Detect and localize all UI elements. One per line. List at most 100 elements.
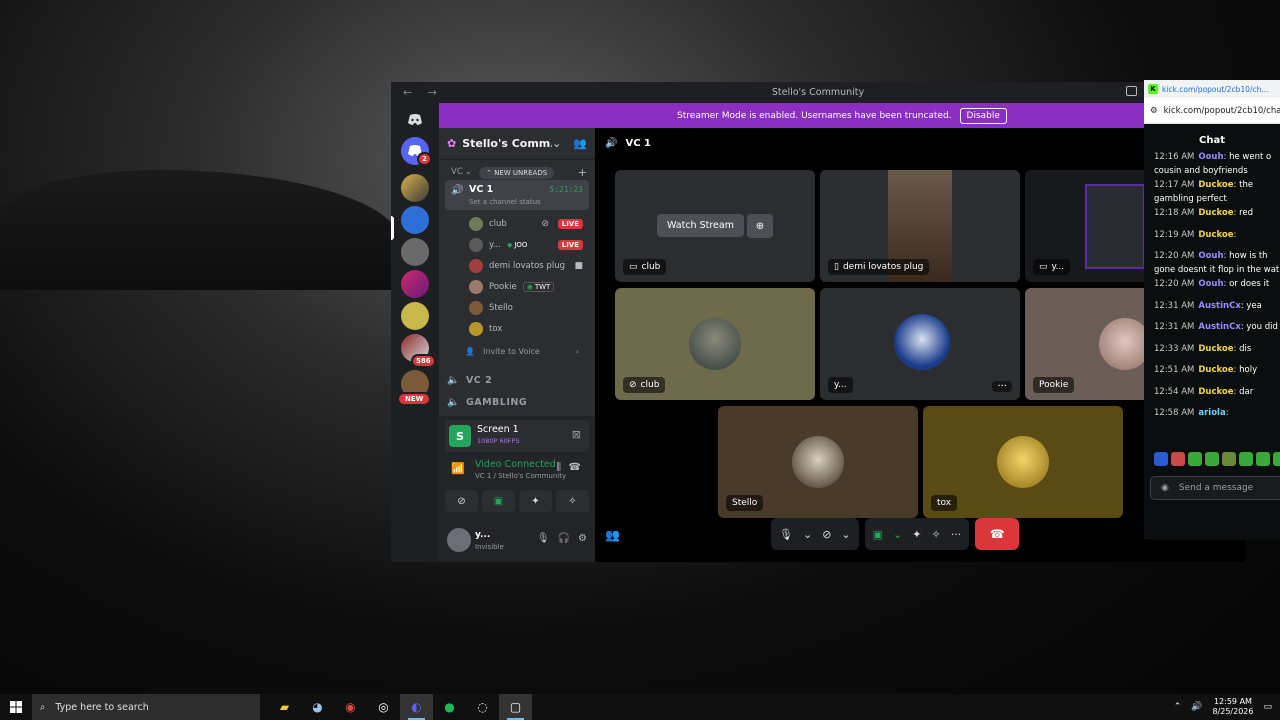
voice-member[interactable]: Stello bbox=[469, 299, 587, 317]
emote-icon[interactable] bbox=[1239, 452, 1253, 466]
user-avatar[interactable] bbox=[447, 528, 471, 552]
stop-share-icon[interactable]: ⊠ bbox=[572, 428, 581, 441]
emote-icon[interactable] bbox=[1154, 452, 1168, 466]
tab-url: kick.com/popout/2cb10/ch... bbox=[1162, 84, 1269, 94]
voice-member[interactable]: tox bbox=[469, 320, 587, 338]
video-tile-y[interactable]: y... ··· bbox=[820, 288, 1020, 400]
chevron-down-icon[interactable]: ⌄ bbox=[841, 528, 850, 541]
video-tile-tox[interactable]: tox bbox=[923, 406, 1123, 518]
server-icon-1[interactable] bbox=[401, 174, 429, 202]
activities-icon[interactable]: ✦ bbox=[912, 528, 921, 541]
activities-button[interactable]: ✦ bbox=[519, 490, 552, 512]
microphone-icon[interactable]: 🎙 bbox=[537, 533, 550, 544]
emoji-icon[interactable]: ◉ bbox=[1161, 483, 1169, 493]
add-channel-icon[interactable]: + bbox=[578, 166, 587, 179]
panel-buttons: ⊘ ▣ ✦ ✧ bbox=[445, 490, 589, 512]
message-username[interactable]: Oouh bbox=[1198, 152, 1223, 162]
emote-icon[interactable] bbox=[1256, 452, 1270, 466]
emote-icon[interactable] bbox=[1205, 452, 1219, 466]
emote-icon[interactable] bbox=[1273, 452, 1280, 466]
channel-gambling[interactable]: 🔈 GAMBLING bbox=[447, 392, 587, 412]
video-tile-club[interactable]: ⊘ club bbox=[615, 288, 815, 400]
video-tile-stello[interactable]: Stello bbox=[718, 406, 918, 518]
site-info-icon[interactable]: ⚙ bbox=[1150, 106, 1158, 116]
popout-icon[interactable]: ⊕ bbox=[747, 214, 773, 238]
server-boost-icon: ✿ bbox=[447, 137, 457, 150]
message-username[interactable]: AustinCx bbox=[1198, 301, 1240, 311]
server-icon-2[interactable] bbox=[401, 206, 429, 234]
address-bar[interactable]: ⚙ kick.com/popout/2cb10/cha bbox=[1144, 98, 1280, 124]
inbox-icon[interactable] bbox=[1126, 86, 1137, 96]
clock[interactable]: 12:59 AM 8/25/2026 bbox=[1212, 697, 1253, 717]
discord-taskbar-icon[interactable]: ◐ bbox=[400, 694, 433, 720]
disable-button[interactable]: Disable bbox=[959, 107, 1007, 124]
camera-off-icon[interactable]: ⊘ bbox=[822, 528, 831, 541]
disconnect-button[interactable]: ☎ bbox=[975, 518, 1020, 550]
emote-icon[interactable] bbox=[1188, 452, 1202, 466]
more-options-icon[interactable]: ··· bbox=[951, 528, 962, 541]
voice-member[interactable]: demi lovatos plug ■ bbox=[469, 257, 587, 275]
message-username[interactable]: Oouh bbox=[1198, 251, 1223, 261]
add-member-icon[interactable]: 👥 bbox=[573, 137, 587, 150]
new-unreads-pill[interactable]: ⌃ NEW UNREADS bbox=[479, 167, 555, 179]
invite-user-icon[interactable]: 👥 bbox=[605, 528, 620, 542]
taskbar-search[interactable]: ⌕ Type here to search bbox=[32, 694, 260, 720]
connection-status[interactable]: Video Connected bbox=[475, 459, 556, 470]
server-icon-3[interactable] bbox=[401, 238, 429, 266]
chevron-up-icon[interactable]: ⌃ bbox=[1174, 702, 1182, 712]
message-username[interactable]: Duckoe bbox=[1198, 344, 1233, 354]
stream-tile-club[interactable]: Watch Stream ⊕ ▭ club bbox=[615, 170, 815, 282]
video-tile-demi[interactable]: ▯ demi lovatos plug bbox=[820, 170, 1020, 282]
voice-member[interactable]: club ⊘ LIVE bbox=[469, 215, 587, 233]
discord-home-icon[interactable] bbox=[401, 106, 429, 134]
screen-share-icon[interactable]: ▣ bbox=[873, 528, 883, 541]
server-icon-5[interactable] bbox=[401, 302, 429, 330]
invite-to-voice[interactable]: 👤 Invite to Voice › bbox=[465, 342, 583, 360]
chevron-down-icon[interactable]: ⌄ bbox=[803, 528, 812, 541]
send-message-input[interactable]: ◉ Send a message bbox=[1150, 476, 1280, 500]
spotify-icon[interactable]: ● bbox=[433, 694, 466, 720]
screen-share-button[interactable]: ▣ bbox=[482, 490, 515, 512]
server-rail: 2 586 NEW bbox=[391, 102, 439, 562]
emote-icon[interactable] bbox=[1222, 452, 1236, 466]
file-explorer-icon[interactable]: ▰ bbox=[268, 694, 301, 720]
chevron-down-icon[interactable]: ⌄ bbox=[893, 528, 902, 541]
more-options-icon[interactable]: ··· bbox=[992, 381, 1012, 392]
message-username[interactable]: Oouh bbox=[1198, 279, 1223, 289]
voice-member[interactable]: y... ◆ JOO LIVE bbox=[469, 236, 587, 254]
message-username[interactable]: Duckoe bbox=[1198, 387, 1233, 397]
microphone-icon[interactable]: 🎙 bbox=[779, 528, 793, 541]
message-username[interactable]: Duckoe bbox=[1198, 208, 1233, 218]
message-username[interactable]: Duckoe bbox=[1198, 180, 1233, 190]
headphones-icon[interactable]: 🎧 bbox=[558, 533, 570, 544]
soundboard-icon[interactable]: ✧ bbox=[931, 528, 940, 541]
chrome-icon[interactable]: ◉ bbox=[334, 694, 367, 720]
channel-vc1[interactable]: 🔊 VC 1 5:21:23 Set a channel status bbox=[445, 180, 589, 210]
message-username[interactable]: AustinCx bbox=[1198, 322, 1240, 332]
voice-member[interactable]: Pookie ◉ TWT bbox=[469, 278, 587, 296]
disconnect-icon[interactable]: ☎ bbox=[569, 462, 581, 473]
obs-icon[interactable]: ◎ bbox=[367, 694, 400, 720]
notifications-icon[interactable]: ▭ bbox=[1263, 702, 1272, 712]
noise-suppression-icon[interactable]: ⫼ bbox=[556, 462, 561, 473]
soundboard-button[interactable]: ✧ bbox=[556, 490, 589, 512]
message-username[interactable]: Duckoe bbox=[1198, 365, 1233, 375]
call-controls: 🎙 ⌄ ⊘ ⌄ ▣ ⌄ ✦ ✧ ··· ☎ bbox=[771, 518, 1020, 550]
screen-share-card[interactable]: S Screen 1 1080P 60FPS ⊠ bbox=[445, 420, 589, 452]
volume-icon[interactable]: 🔊 bbox=[1191, 702, 1202, 712]
settings-gear-icon[interactable]: ⚙ bbox=[578, 533, 587, 544]
emote-icon[interactable] bbox=[1171, 452, 1185, 466]
channel-vc2[interactable]: 🔈 VC 2 bbox=[447, 370, 587, 390]
camera-off-button[interactable]: ⊘ bbox=[445, 490, 478, 512]
watch-stream-button[interactable]: Watch Stream bbox=[657, 214, 744, 237]
server-header[interactable]: ✿ Stello's Comm... ⌄ 👥 bbox=[439, 128, 595, 160]
message-username[interactable]: Duckoe bbox=[1198, 230, 1233, 240]
app-icon[interactable]: ◌ bbox=[466, 694, 499, 720]
channel-status[interactable]: Set a channel status bbox=[469, 198, 541, 206]
steam-icon[interactable]: ◕ bbox=[301, 694, 334, 720]
windows-start-icon[interactable] bbox=[0, 694, 32, 720]
message-username[interactable]: ariola bbox=[1198, 408, 1225, 418]
server-icon-4[interactable] bbox=[401, 270, 429, 298]
app-window-icon[interactable]: ▢ bbox=[499, 694, 532, 720]
emote-bar bbox=[1154, 452, 1280, 466]
